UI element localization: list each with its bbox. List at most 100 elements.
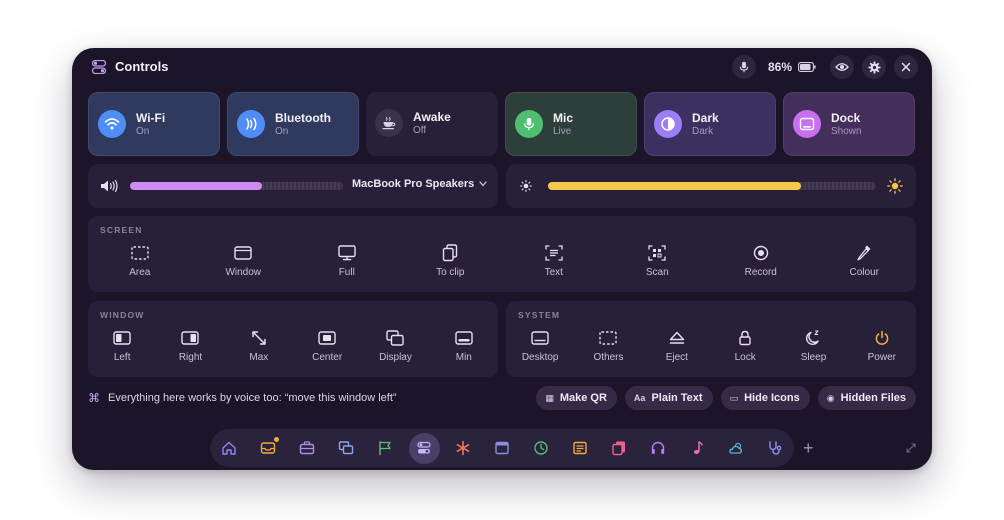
music-icon — [693, 441, 703, 454]
browser-icon — [495, 441, 509, 455]
minimize-icon — [455, 331, 473, 345]
dock-item-controls[interactable] — [408, 432, 440, 464]
eject-icon — [669, 331, 685, 344]
dock-item-briefcase[interactable] — [292, 433, 323, 464]
screen-text-button[interactable]: Text — [502, 243, 606, 278]
brightness-slider[interactable] — [548, 182, 876, 190]
brightness-fill — [548, 182, 801, 190]
notes-icon — [573, 441, 587, 455]
eyedropper-icon — [857, 245, 871, 261]
voice-hint-text: Everything here works by voice too: “mov… — [108, 392, 397, 404]
screen-section: SCREEN Area Window Full To clip Text Sca… — [88, 216, 916, 292]
dock-item-browser[interactable] — [487, 433, 518, 464]
sun-large-icon — [887, 178, 903, 194]
desktop-icon: ▭ — [729, 392, 739, 403]
dock-item-asterisk[interactable] — [448, 433, 479, 464]
dock-item-home[interactable] — [214, 433, 245, 464]
tool-label: Display — [379, 352, 412, 363]
center-icon — [318, 331, 336, 345]
text-scan-icon — [545, 245, 563, 261]
qr-icon: ▦ — [545, 392, 554, 403]
headphones-icon — [651, 441, 665, 454]
plain-text-button[interactable]: Aa Plain Text — [624, 386, 713, 410]
dock-item-weather[interactable] — [721, 433, 752, 464]
weather-icon — [729, 442, 742, 454]
screen-scan-button[interactable]: Scan — [606, 243, 710, 278]
output-device-select[interactable]: MacBook Pro Speakers — [352, 178, 487, 190]
title-bar: Controls 86% — [72, 48, 932, 88]
screen-to-clip-button[interactable]: To clip — [399, 243, 503, 278]
system-sleep-button[interactable]: Sleep — [779, 328, 847, 363]
toggle-status: Off — [413, 125, 427, 136]
dock-item-inbox[interactable] — [253, 433, 284, 464]
dock-item-notes[interactable] — [565, 433, 596, 464]
voice-hint: ⌘ Everything here works by voice too: “m… — [88, 391, 397, 405]
add-button[interactable]: + — [803, 438, 814, 459]
window-max-button[interactable]: Max — [225, 328, 293, 363]
hide-icons-button[interactable]: ▭ Hide Icons — [720, 386, 810, 410]
dock-item-headphones[interactable] — [643, 433, 674, 464]
tool-label: Lock — [734, 352, 756, 363]
dock-item-clipboard[interactable] — [604, 433, 635, 464]
window-min-button[interactable]: Min — [430, 328, 498, 363]
snap-right-icon — [181, 331, 200, 345]
record-icon — [753, 245, 768, 261]
chip-label: Plain Text — [651, 392, 703, 404]
quick-actions: ▦ Make QR Aa Plain Text ▭ Hide Icons ◉ H… — [536, 386, 916, 410]
make-qr-button[interactable]: ▦ Make QR — [536, 386, 617, 410]
snap-left-icon — [113, 331, 131, 345]
toggle-wifi[interactable]: Wi-Fi On — [88, 92, 220, 156]
system-power-button[interactable]: Power — [848, 328, 916, 363]
toggle-awake[interactable]: Awake Off — [366, 92, 498, 156]
system-lock-button[interactable]: Lock — [711, 328, 779, 363]
dock-item-clock[interactable] — [526, 433, 557, 464]
controls-icon — [417, 441, 431, 454]
close-icon — [901, 62, 911, 72]
close-button[interactable] — [894, 55, 918, 79]
volume-fill — [130, 182, 263, 190]
toggle-bluetooth[interactable]: Bluetooth On — [227, 92, 359, 156]
desktop-icon — [531, 331, 549, 345]
toggle-dock[interactable]: Dock Shown — [783, 92, 915, 156]
volume-slider[interactable] — [130, 182, 343, 190]
toggle-status: On — [136, 126, 150, 137]
coffee-icon — [375, 109, 403, 137]
screen-full-button[interactable]: Full — [295, 243, 399, 278]
gear-icon — [867, 60, 881, 74]
toggle-mic[interactable]: Mic Live — [505, 92, 637, 156]
toggle-label: Awake — [413, 110, 451, 124]
section-title: SYSTEM — [518, 310, 561, 320]
toggle-dark[interactable]: Dark Dark — [644, 92, 776, 156]
display-icon — [386, 330, 405, 346]
tool-label: Left — [113, 352, 131, 363]
screen-window-button[interactable]: Window — [192, 243, 296, 278]
tool-label: Eject — [665, 352, 688, 363]
screen-area-button[interactable]: Area — [88, 243, 192, 278]
expand-icon[interactable] — [906, 443, 916, 453]
settings-button[interactable] — [862, 55, 886, 79]
system-desktop-button[interactable]: Desktop — [506, 328, 574, 363]
mic-button[interactable] — [731, 55, 756, 79]
dock-item-windows[interactable] — [331, 433, 362, 464]
screen-record-button[interactable]: Record — [709, 243, 813, 278]
dock-item-music[interactable] — [682, 433, 713, 464]
flag-icon — [379, 441, 391, 456]
window-right-button[interactable]: Right — [156, 328, 224, 363]
tool-label: Desktop — [521, 352, 559, 363]
lock-icon — [739, 330, 751, 346]
asterisk-icon — [456, 440, 470, 456]
system-others-button[interactable]: Others — [574, 328, 642, 363]
visibility-button[interactable] — [830, 55, 854, 79]
toggle-label: Dark — [692, 111, 719, 125]
dock-item-stethoscope[interactable] — [760, 433, 791, 464]
dock-item-flag[interactable] — [370, 433, 401, 464]
tool-label: Colour — [849, 267, 879, 278]
window-display-button[interactable]: Display — [361, 328, 429, 363]
system-eject-button[interactable]: Eject — [643, 328, 711, 363]
briefcase-icon — [299, 441, 315, 455]
window-left-button[interactable]: Left — [88, 328, 156, 363]
screen-colour-button[interactable]: Colour — [813, 243, 917, 278]
contrast-icon — [654, 110, 682, 138]
hidden-files-button[interactable]: ◉ Hidden Files — [817, 386, 916, 410]
window-center-button[interactable]: Center — [293, 328, 361, 363]
